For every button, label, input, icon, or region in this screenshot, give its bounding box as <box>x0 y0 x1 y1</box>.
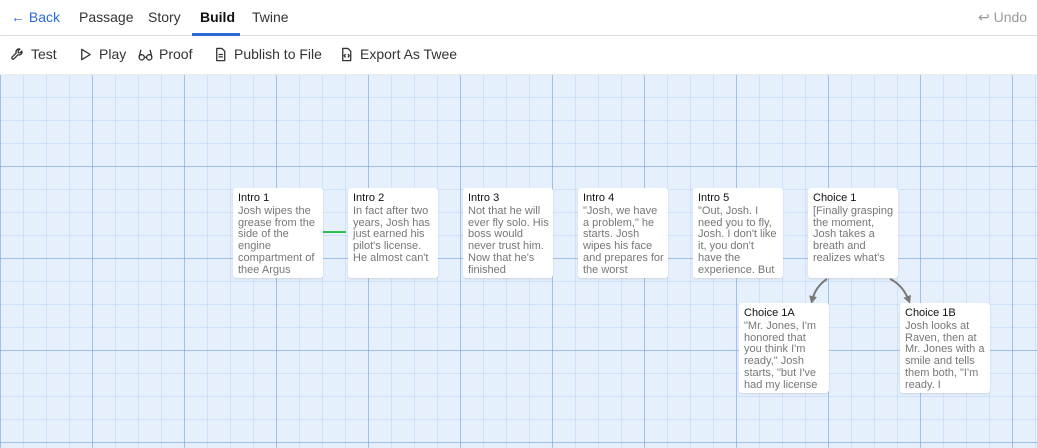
passage-title: Choice 1 <box>813 192 857 204</box>
passage-title: Intro 1 <box>238 192 270 204</box>
play-button[interactable]: Play <box>78 46 126 62</box>
glasses-icon <box>138 49 153 61</box>
passage-card[interactable]: Intro 2 In fact after two years, Josh ha… <box>348 188 438 278</box>
passage-card[interactable]: Choice 1B Josh looks at Raven, then at M… <box>900 303 990 393</box>
passage-excerpt: [Finally grasping the moment, Josh takes… <box>813 205 894 264</box>
back-button[interactable]: ← Back <box>11 9 60 25</box>
passage-card[interactable]: Intro 5 "Out, Josh. I need you to fly, J… <box>693 188 783 278</box>
passage-card[interactable]: Choice 1A "Mr. Jones, I'm honored that y… <box>739 303 829 393</box>
passage-excerpt: "Josh, we have a problem," he starts. Jo… <box>583 205 664 276</box>
tab-story[interactable]: Story <box>148 9 181 25</box>
file-code-icon <box>342 47 352 61</box>
publish-to-file-label: Publish to File <box>234 46 322 62</box>
play-icon <box>81 48 91 60</box>
tab-build[interactable]: Build <box>200 9 235 25</box>
passage-excerpt: "Out, Josh. I need you to fly, Josh. I d… <box>698 205 777 276</box>
passage-card[interactable]: Intro 1 Josh wipes the grease from the s… <box>233 188 323 278</box>
passage-title: Intro 3 <box>468 192 500 204</box>
passage-title: Intro 5 <box>698 192 730 204</box>
passage-excerpt: Not that he will ever fly solo. His boss… <box>468 205 549 276</box>
passage-card[interactable]: Intro 4 "Josh, we have a problem," he st… <box>578 188 668 278</box>
passage-title: Intro 4 <box>583 192 615 204</box>
file-icon <box>216 47 226 61</box>
tab-twine[interactable]: Twine <box>252 9 289 25</box>
export-as-twee-button[interactable]: Export As Twee <box>339 46 457 62</box>
proof-label: Proof <box>159 46 193 62</box>
tab-passage[interactable]: Passage <box>79 9 133 25</box>
test-button[interactable]: Test <box>10 46 57 62</box>
proof-button[interactable]: Proof <box>138 46 192 62</box>
publish-to-file-button[interactable]: Publish to File <box>213 46 322 62</box>
passage-card[interactable]: Intro 3 Not that he will ever fly solo. … <box>463 188 553 278</box>
passage-excerpt: In fact after two years, Josh has just e… <box>353 205 431 264</box>
link-choice1-choice1b <box>889 278 911 304</box>
passage-title: Choice 1A <box>744 307 795 319</box>
play-label: Play <box>99 46 127 62</box>
story-map-canvas[interactable]: Intro 1 Josh wipes the grease from the s… <box>0 75 1037 448</box>
build-toolbar: Test Play Proof Publish to File Export A… <box>0 36 1037 74</box>
passage-title: Intro 2 <box>353 192 385 204</box>
passage-excerpt: "Mr. Jones, I'm honored that you think I… <box>744 320 818 391</box>
undo-button[interactable]: ↩ Undo <box>978 9 1027 26</box>
link-choice1-choice1a <box>809 278 828 304</box>
test-label: Test <box>31 46 57 62</box>
export-as-twee-label: Export As Twee <box>360 46 458 62</box>
top-navigation-bar: ← Back Passage Story Build Twine ↩ Undo <box>0 0 1037 36</box>
passage-excerpt: Josh wipes the grease from the side of t… <box>238 205 316 276</box>
passage-excerpt: Josh looks at Raven, then at Mr. Jones w… <box>905 320 985 391</box>
wrench-icon <box>11 47 23 60</box>
passage-card[interactable]: Choice 1 [Finally grasping the moment, J… <box>808 188 898 278</box>
passage-title: Choice 1B <box>905 307 956 319</box>
